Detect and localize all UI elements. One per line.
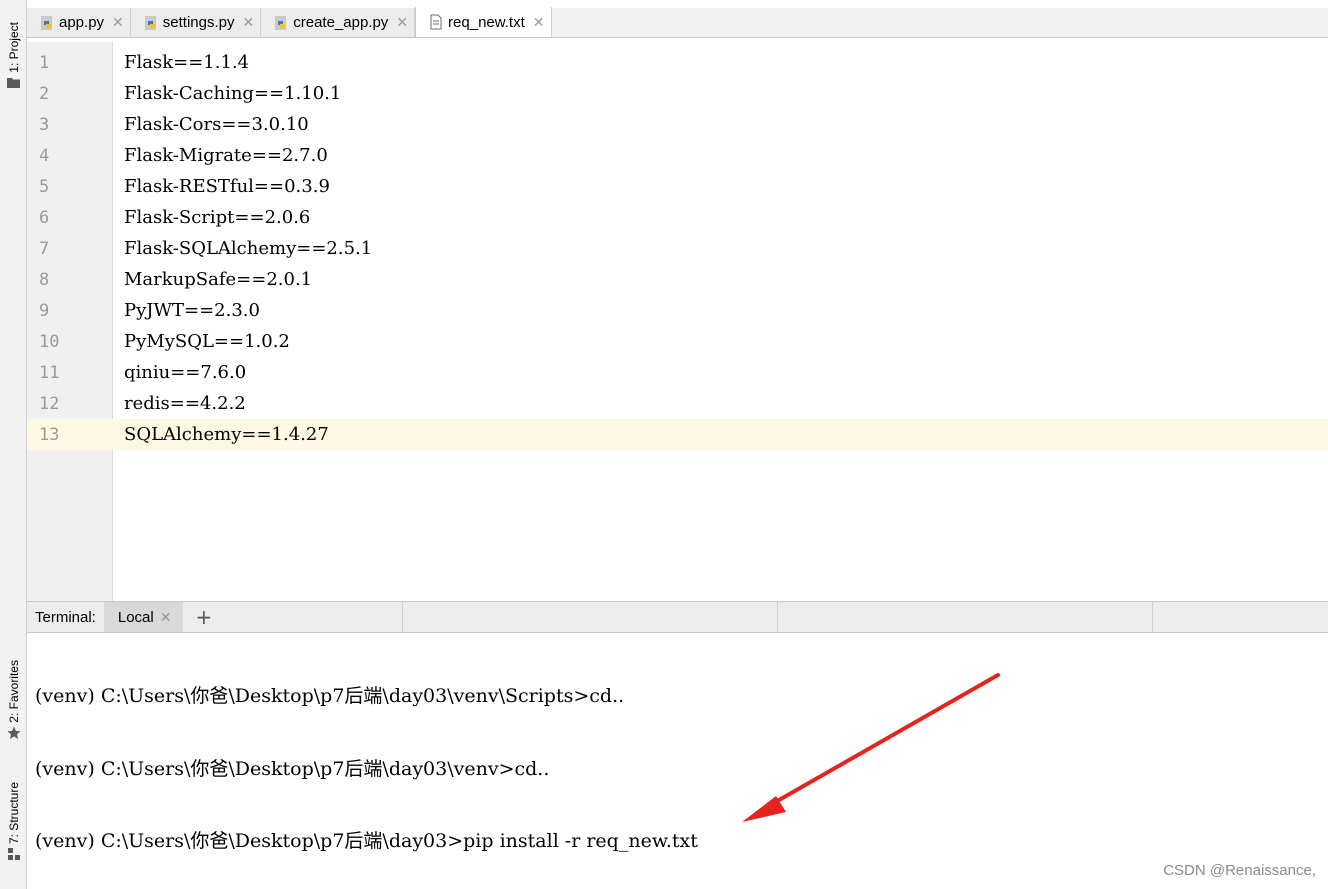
line-number: 7: [39, 238, 50, 259]
close-icon[interactable]: ✕: [533, 14, 545, 31]
code-text[interactable]: Flask-RESTful==0.3.9: [113, 176, 330, 197]
line-number: 1: [39, 52, 50, 73]
terminal-tab-label: Local: [117, 608, 154, 626]
text-file-icon: [428, 14, 444, 30]
code-line[interactable]: 5 Flask-RESTful==0.3.9: [27, 171, 1328, 202]
line-number: 5: [39, 176, 50, 197]
watermark: CSDN @Renaissance,: [1163, 862, 1316, 879]
tab-create-app-py[interactable]: create_app.py ✕: [261, 8, 416, 37]
line-number: 8: [39, 269, 50, 290]
structure-tab-label: 7: Structure: [6, 782, 21, 845]
python-file-icon: [39, 15, 55, 31]
code-text[interactable]: Flask-Script==2.0.6: [113, 207, 310, 228]
code-text[interactable]: redis==4.2.2: [113, 393, 246, 414]
code-line[interactable]: 9 PyJWT==2.3.0: [27, 295, 1328, 326]
line-number: 11: [39, 362, 60, 383]
code-line[interactable]: 12 redis==4.2.2: [27, 388, 1328, 419]
code-line[interactable]: 2 Flask-Caching==1.10.1: [27, 78, 1328, 109]
code-editor[interactable]: 1 Flask==1.1.4 2 Flask-Caching==1.10.1 3 Fl…: [27, 42, 1328, 601]
code-line[interactable]: 11 qiniu==7.6.0: [27, 357, 1328, 388]
terminal-line: (venv) C:\Users\你爸\Desktop\p7后端\day03>pi…: [35, 830, 698, 852]
terminal-title: Terminal:: [35, 608, 96, 626]
code-text[interactable]: SQLAlchemy==1.4.27: [113, 424, 329, 445]
python-file-icon: [143, 15, 159, 31]
structure-icon: [7, 848, 21, 861]
tab-label: app.py: [59, 14, 105, 31]
terminal-output[interactable]: (venv) C:\Users\你爸\Desktop\p7后端\day03\ve…: [27, 633, 1328, 889]
tab-label: req_new.txt: [448, 13, 525, 31]
add-terminal-icon[interactable]: +: [195, 605, 212, 629]
close-icon[interactable]: ✕: [396, 14, 408, 31]
code-line[interactable]: 1 Flask==1.1.4: [27, 47, 1328, 78]
header-divider: [777, 602, 778, 632]
code-text[interactable]: Flask-SQLAlchemy==2.5.1: [113, 238, 372, 259]
favorites-tool-tab[interactable]: 2: Favorites: [0, 660, 27, 739]
code-line-current[interactable]: 13 SQLAlchemy==1.4.27: [27, 419, 1328, 450]
header-divider: [1152, 602, 1153, 632]
code-line[interactable]: 6 Flask-Script==2.0.6: [27, 202, 1328, 233]
star-icon: [7, 726, 21, 739]
tab-app-py[interactable]: app.py ✕: [27, 8, 131, 37]
code-line[interactable]: 4 Flask-Migrate==2.7.0: [27, 140, 1328, 171]
project-tab-label: 1: Project: [6, 22, 21, 73]
code-text[interactable]: PyMySQL==1.0.2: [113, 331, 290, 352]
code-text[interactable]: Flask-Caching==1.10.1: [113, 83, 341, 104]
line-number: 13: [27, 424, 113, 445]
tool-window-strip: 1: Project 2: Favorites 7: Structure: [0, 0, 27, 889]
editor-tab-bar: app.py ✕ settings.py ✕ create_app.py ✕ r…: [27, 7, 1328, 38]
code-text[interactable]: Flask==1.1.4: [113, 52, 249, 73]
line-number: 6: [39, 207, 50, 228]
python-file-icon: [273, 15, 289, 31]
code-line[interactable]: 8 MarkupSafe==2.0.1: [27, 264, 1328, 295]
code-text[interactable]: Flask-Migrate==2.7.0: [113, 145, 328, 166]
favorites-tab-label: 2: Favorites: [6, 660, 21, 723]
line-number: 4: [39, 145, 50, 166]
close-icon[interactable]: ✕: [160, 609, 172, 626]
line-number: 9: [39, 300, 50, 321]
code-text[interactable]: Flask-Cors==3.0.10: [113, 114, 309, 135]
line-number: 10: [39, 331, 60, 352]
line-number: 12: [39, 393, 60, 414]
structure-tool-tab[interactable]: 7: Structure: [0, 782, 27, 861]
tab-settings-py[interactable]: settings.py ✕: [130, 8, 262, 37]
code-line[interactable]: 7 Flask-SQLAlchemy==2.5.1: [27, 233, 1328, 264]
project-tool-tab[interactable]: 1: Project: [0, 22, 27, 89]
line-number: 3: [39, 114, 50, 135]
code-line[interactable]: 10 PyMySQL==1.0.2: [27, 326, 1328, 357]
terminal-line: (venv) C:\Users\你爸\Desktop\p7后端\day03\ve…: [35, 758, 550, 780]
line-number: 2: [39, 83, 50, 104]
code-text[interactable]: qiniu==7.6.0: [113, 362, 246, 383]
terminal-header: Terminal: Local ✕ +: [27, 601, 1328, 633]
terminal-line: (venv) C:\Users\你爸\Desktop\p7后端\day03\ve…: [35, 685, 625, 707]
header-divider: [402, 602, 403, 632]
terminal-tab-local[interactable]: Local ✕: [103, 602, 184, 632]
close-icon[interactable]: ✕: [243, 14, 255, 31]
tab-req-new-txt[interactable]: req_new.txt ✕: [415, 7, 552, 37]
folder-icon: [7, 77, 21, 89]
tab-label: settings.py: [162, 14, 235, 31]
tab-label: create_app.py: [293, 14, 389, 31]
code-text[interactable]: MarkupSafe==2.0.1: [113, 269, 312, 290]
code-text[interactable]: PyJWT==2.3.0: [113, 300, 260, 321]
code-line[interactable]: 3 Flask-Cors==3.0.10: [27, 109, 1328, 140]
close-icon[interactable]: ✕: [112, 14, 124, 31]
